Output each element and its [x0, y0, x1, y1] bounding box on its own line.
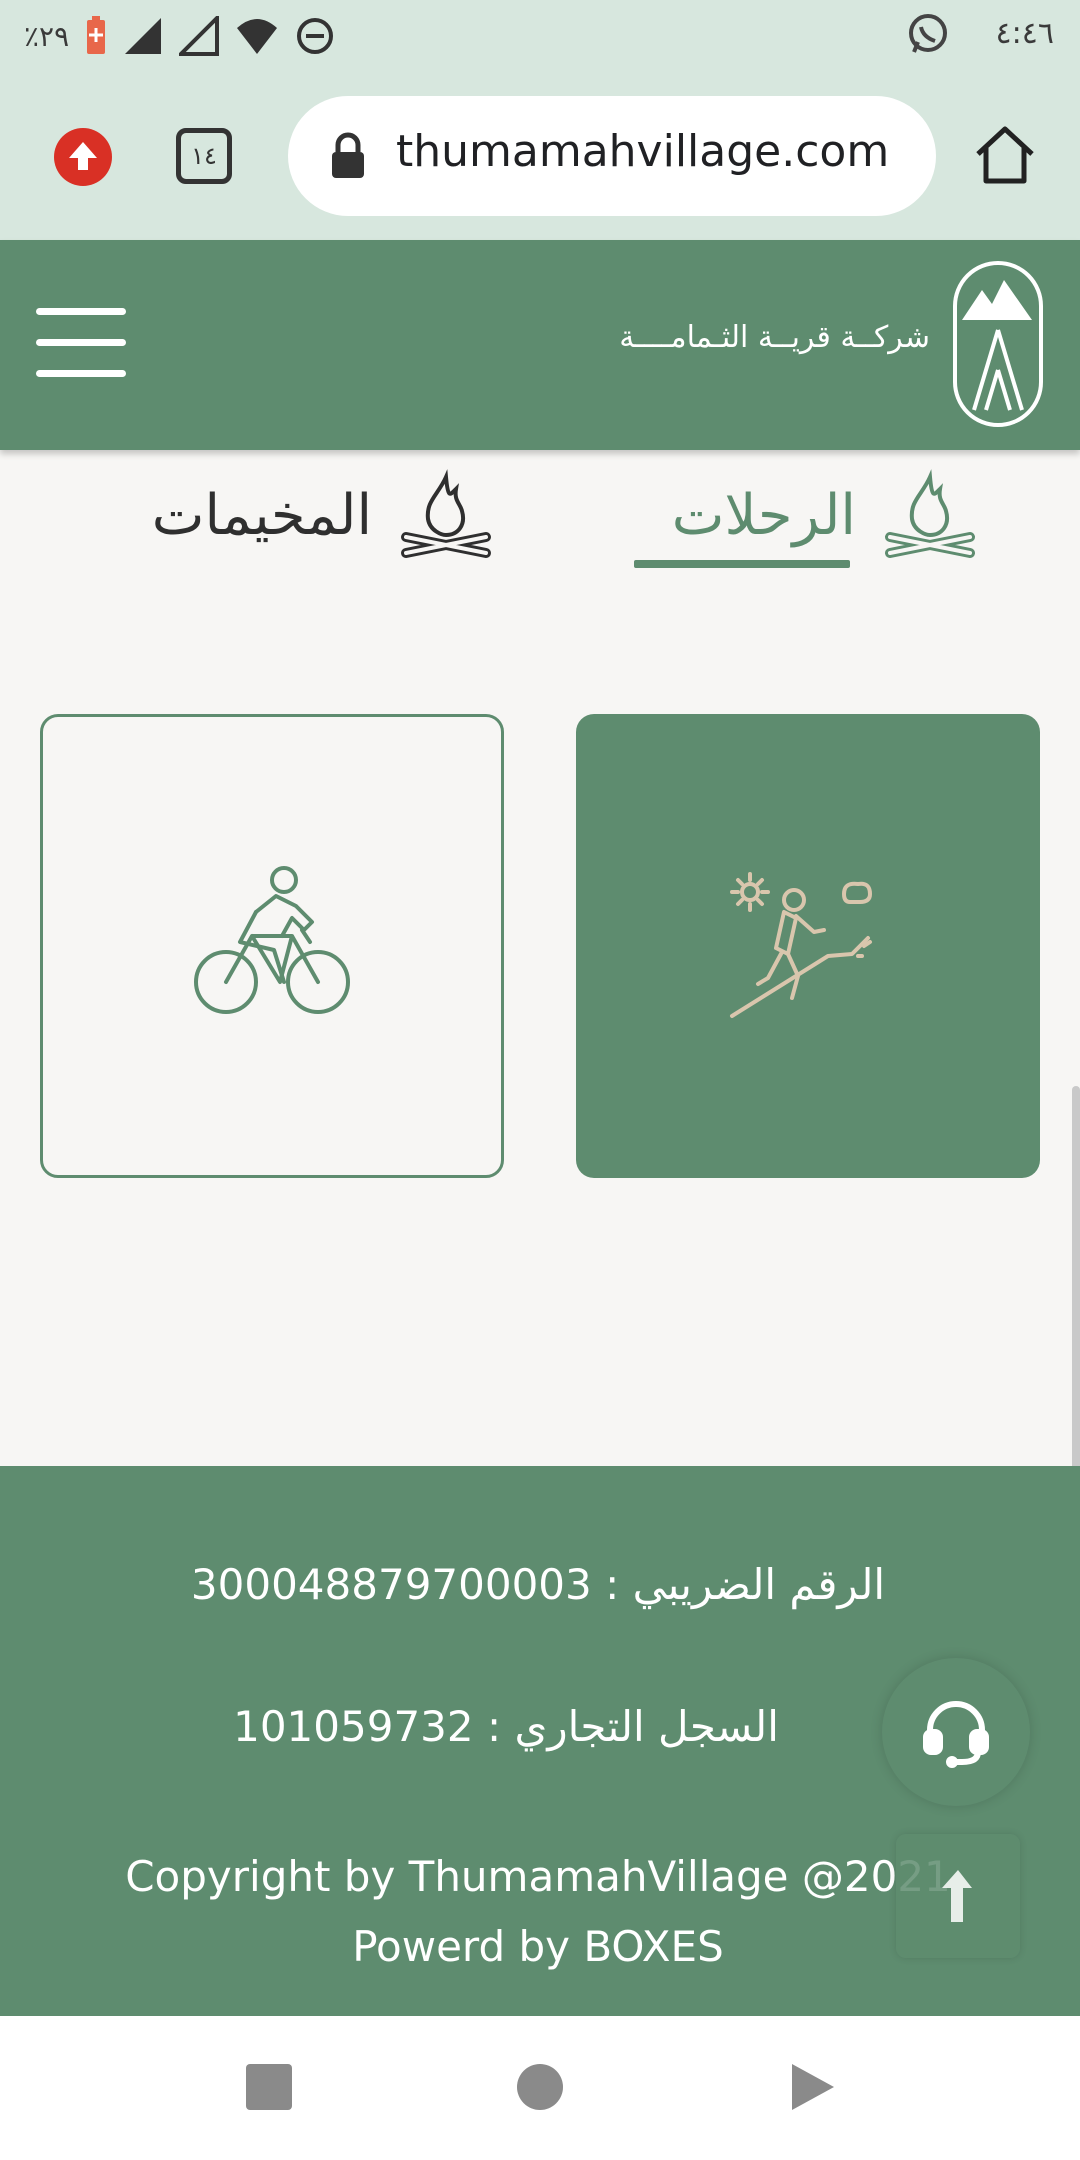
- battery-icon: [87, 16, 106, 54]
- tab-trips[interactable]: الرحلات: [672, 460, 978, 570]
- whatsapp-icon: [909, 14, 947, 53]
- battery-percent: ٪٢٩: [24, 19, 70, 53]
- signal-icon: [125, 18, 162, 54]
- tax-number: الرقم الضريبي : 300048879700003: [190, 1560, 886, 1609]
- home-icon[interactable]: [972, 124, 1038, 186]
- url-text: thumamahvillage.com: [396, 126, 890, 177]
- hiking-card[interactable]: [576, 714, 1040, 1178]
- arrow-up-icon: [69, 142, 97, 170]
- tab-switcher-button[interactable]: ١٤: [176, 128, 232, 184]
- site-header: شركــة قريــة الثـمامــــة: [0, 240, 1080, 450]
- back-button[interactable]: [790, 2062, 836, 2112]
- cycling-card[interactable]: [40, 714, 504, 1178]
- campfire-icon: [401, 469, 491, 558]
- headset-icon: [923, 1701, 989, 1768]
- address-bar[interactable]: thumamahvillage.com: [288, 96, 936, 216]
- tab-camps[interactable]: المخيمات: [152, 460, 494, 570]
- menu-line: [36, 339, 126, 346]
- tab-camps-label: المخيمات: [151, 482, 372, 548]
- wifi-icon: [237, 19, 278, 54]
- active-tab-indicator: [634, 560, 850, 568]
- home-button[interactable]: [517, 2064, 563, 2110]
- tab-trips-label: الرحلات: [671, 482, 856, 548]
- arrow-up-icon: [942, 1870, 972, 1922]
- system-navbar: [0, 2016, 1080, 2160]
- menu-line: [36, 308, 126, 315]
- company-name: شركــة قريــة الثـمامــــة: [619, 320, 930, 355]
- recents-button[interactable]: [246, 2064, 292, 2110]
- menu-line: [36, 370, 126, 377]
- cycling-icon: [194, 866, 350, 1014]
- browser-chrome: ٪٢٩ ٤:٤٦ ١٤ thumamahvillage.com: [0, 0, 1080, 240]
- status-left: ٪٢٩: [24, 12, 335, 60]
- logo-icon[interactable]: [952, 260, 1044, 428]
- status-bar: ٪٢٩ ٤:٤٦: [0, 0, 1080, 72]
- signal-icon-2: [179, 16, 220, 56]
- dnd-icon: [297, 18, 334, 54]
- support-button[interactable]: [882, 1658, 1030, 1806]
- clock: ٤:٤٦: [995, 16, 1054, 51]
- back-to-top-button[interactable]: [896, 1834, 1020, 1958]
- campfire-icon: [885, 469, 975, 558]
- update-button[interactable]: [54, 128, 112, 186]
- footer: الرقم الضريبي : 300048879700003 السجل ال…: [0, 1466, 1080, 2016]
- hamburger-menu-button[interactable]: [36, 308, 126, 378]
- hiking-icon: [730, 872, 872, 1018]
- lock-icon: [332, 132, 364, 178]
